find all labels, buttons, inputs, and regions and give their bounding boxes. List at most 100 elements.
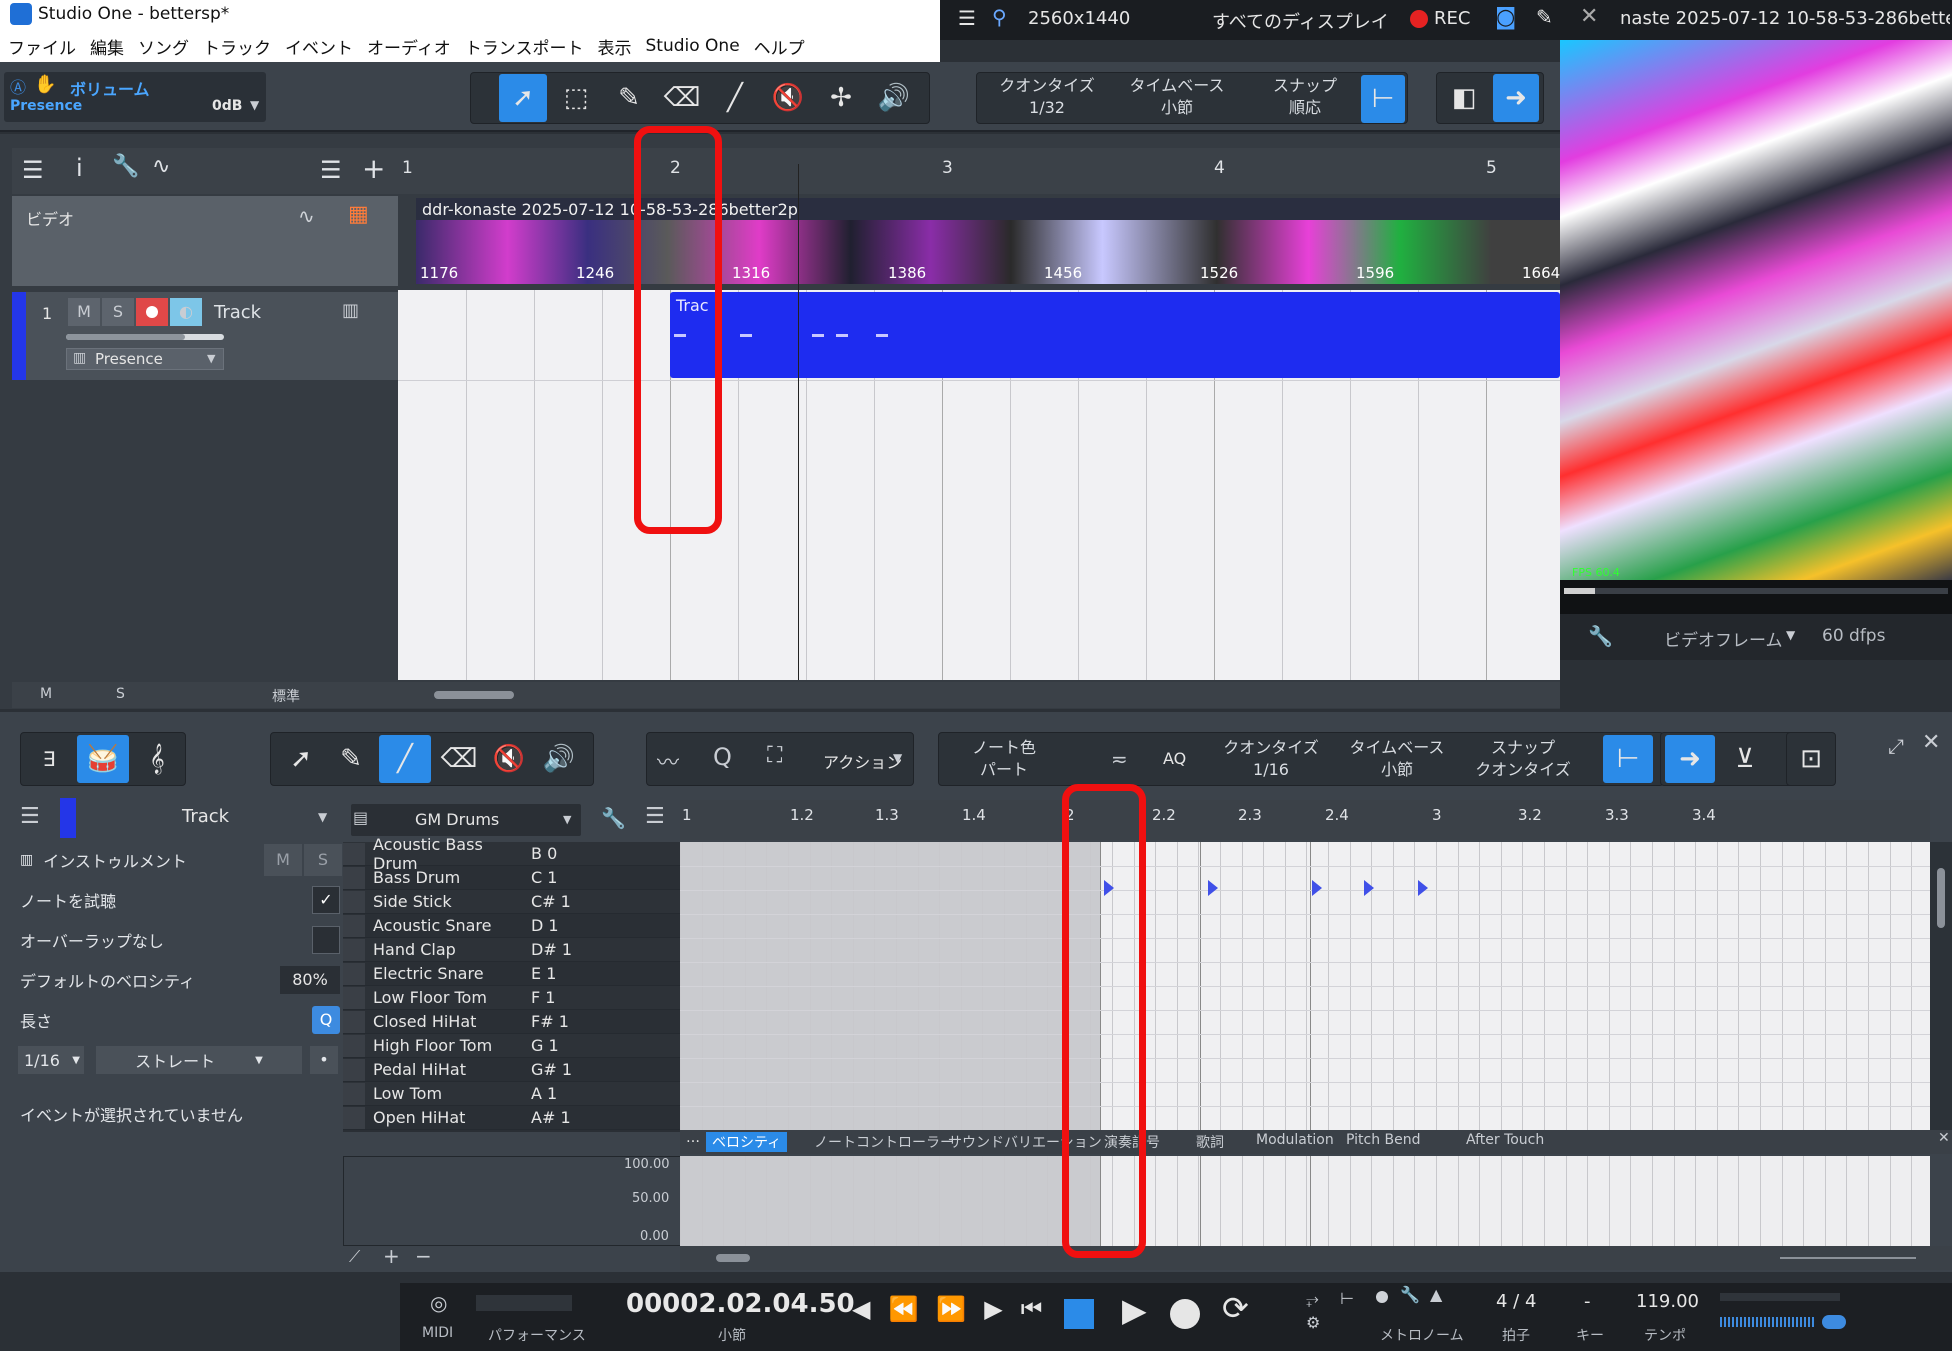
instrument-select[interactable]: ▥ Presence ▼: [66, 348, 224, 370]
menu-file[interactable]: ファイル: [8, 34, 76, 59]
marker-prev-icon[interactable]: ◀: [852, 1295, 870, 1323]
drum-note-event[interactable]: [1418, 880, 1428, 896]
add-lane-icon[interactable]: +: [383, 1244, 400, 1268]
snap-toggle-icon[interactable]: ⊢: [1603, 735, 1653, 783]
audio-bend-icon[interactable]: 〰: [657, 745, 679, 777]
wrench-icon[interactable]: 🔧: [1588, 624, 1613, 648]
close-icon[interactable]: ✕: [1580, 4, 1598, 29]
record-button[interactable]: [1170, 1299, 1200, 1329]
pencil-tool-icon[interactable]: ✎: [605, 74, 653, 122]
arrange-ruler[interactable]: 1 2 3 4 5: [398, 148, 1560, 194]
aq-button[interactable]: AQ: [1163, 749, 1186, 768]
controller-tab[interactable]: ノートコントローラー: [808, 1132, 960, 1152]
eraser-tool-icon[interactable]: ⌫: [658, 74, 706, 122]
solo-button[interactable]: S: [102, 298, 134, 326]
drum-row[interactable]: Low Tom A 1: [343, 1082, 681, 1106]
transform-icon[interactable]: ⛶: [767, 743, 782, 768]
menu-edit[interactable]: 編集: [90, 34, 124, 59]
autoscroll-icon[interactable]: ⊻: [1721, 735, 1769, 783]
chevron-down-icon[interactable]: ▼: [318, 810, 327, 824]
punch-icon[interactable]: ⊢: [1340, 1289, 1354, 1308]
arrange-scrollbar[interactable]: [398, 682, 1560, 708]
menu-view[interactable]: 表示: [597, 34, 631, 59]
split-tool-icon[interactable]: ✢: [817, 74, 865, 122]
inspector-toggle-icon[interactable]: ∃: [25, 735, 73, 783]
midi-part[interactable]: Trac: [670, 292, 1560, 378]
arrow-tool-icon[interactable]: ➚: [279, 735, 323, 783]
length-quantize-q-icon[interactable]: Q: [312, 1006, 340, 1034]
info-icon[interactable]: i: [76, 154, 83, 182]
zoom-fit-icon[interactable]: ⊡: [1786, 732, 1836, 786]
length-value-select[interactable]: 1/16 ▼: [18, 1046, 84, 1074]
volume-value[interactable]: 0dB: [212, 98, 242, 114]
drum-row[interactable]: Bass Drum C 1: [343, 866, 681, 890]
drum-row[interactable]: Low Floor Tom F 1: [343, 986, 681, 1010]
key-value[interactable]: -: [1584, 1291, 1591, 1312]
snap-toggle-icon[interactable]: ⊢: [1361, 75, 1405, 123]
list-icon[interactable]: ☰: [645, 804, 665, 829]
pencil-tool-icon[interactable]: ✎: [329, 735, 373, 783]
mute-button[interactable]: M: [68, 298, 100, 326]
keyboard-icon[interactable]: ▥: [342, 300, 359, 321]
length-mode-select[interactable]: ストレート ▼: [96, 1046, 302, 1074]
output-toggle[interactable]: [1822, 1315, 1846, 1329]
menu-icon[interactable]: ☰: [958, 6, 976, 30]
instrument-mute-button[interactable]: M: [264, 844, 302, 876]
audition-checkbox[interactable]: ✓: [312, 886, 340, 914]
footer-mode[interactable]: 標準: [272, 686, 300, 706]
editor-snap-control[interactable]: スナップ クオンタイズ: [1463, 737, 1583, 781]
drum-row[interactable]: Closed HiHat F# 1: [343, 1010, 681, 1034]
track-select[interactable]: Track: [182, 806, 229, 827]
rewind-icon[interactable]: ⏪: [888, 1295, 918, 1323]
vertical-scrollbar[interactable]: [1930, 842, 1952, 1130]
precount-icon[interactable]: ⥅: [1306, 1289, 1319, 1309]
video-track-header[interactable]: ビデオ ∿ ▦: [12, 196, 398, 286]
wrench-icon[interactable]: 🔧: [1400, 1285, 1420, 1304]
settings-gear-icon[interactable]: ⚙: [1306, 1313, 1320, 1332]
loop-icon[interactable]: ⟳: [1222, 1289, 1249, 1327]
position-unit[interactable]: 小節: [718, 1325, 746, 1345]
listen-tool-icon[interactable]: 🔊: [537, 735, 581, 783]
controller-tab[interactable]: After Touch: [1460, 1132, 1550, 1148]
drum-row[interactable]: High Floor Tom G 1: [343, 1034, 681, 1058]
drum-row[interactable]: Pedal HiHat G# 1: [343, 1058, 681, 1082]
chevron-down-icon[interactable]: ▼: [1786, 628, 1795, 642]
arrow-tool-icon[interactable]: ➚: [499, 74, 547, 122]
add-track-icon[interactable]: +: [362, 152, 385, 185]
rec-label[interactable]: REC: [1434, 8, 1470, 29]
paint-tool-icon[interactable]: ╱: [379, 735, 431, 783]
eraser-tool-icon[interactable]: ⌫: [437, 735, 481, 783]
list-icon[interactable]: ☰: [320, 156, 342, 184]
editor-timebase-control[interactable]: タイムベース 小節: [1337, 737, 1457, 781]
footer-solo[interactable]: S: [116, 686, 125, 702]
mute-tool-icon[interactable]: 🔇: [764, 74, 812, 122]
tempo-value[interactable]: 119.00: [1636, 1291, 1699, 1312]
score-editor-icon[interactable]: 𝄞: [133, 735, 181, 783]
dot-button[interactable]: •: [310, 1046, 338, 1074]
mute-tool-icon[interactable]: 🔇: [487, 735, 531, 783]
hamburger-icon[interactable]: ☰: [22, 156, 44, 184]
drum-map-select[interactable]: ▤ GM Drums ▼: [351, 804, 581, 836]
drum-note-event[interactable]: [1312, 880, 1322, 896]
close-lane-icon[interactable]: ✕: [1938, 1130, 1950, 1146]
menu-track[interactable]: トラック: [203, 34, 271, 59]
return-to-zero-icon[interactable]: ⏮: [1021, 1295, 1043, 1323]
menu-audio[interactable]: オーディオ: [367, 34, 451, 59]
drum-row[interactable]: Acoustic Snare D 1: [343, 914, 681, 938]
drum-row[interactable]: Side Stick C# 1: [343, 890, 681, 914]
volume-slider[interactable]: [66, 334, 224, 340]
expand-icon[interactable]: ⤢: [1888, 734, 1904, 758]
default-velocity-input[interactable]: 80%: [280, 966, 340, 994]
footer-mute[interactable]: M: [40, 686, 52, 702]
hamburger-icon[interactable]: ☰: [20, 804, 40, 829]
drum-note-event[interactable]: [1208, 880, 1218, 896]
metronome-icon[interactable]: ▲: [1430, 1285, 1442, 1304]
no-overlap-checkbox[interactable]: [312, 926, 340, 954]
pen-icon[interactable]: ✎: [1536, 5, 1553, 29]
controller-tab[interactable]: Pitch Bend: [1340, 1132, 1427, 1148]
drum-note-event[interactable]: [1364, 880, 1374, 896]
range-tool-icon[interactable]: ⬚: [552, 74, 600, 122]
zoom-slider[interactable]: [1780, 1257, 1916, 1259]
curve-icon[interactable]: ⟋: [349, 1247, 360, 1267]
paint-tool-icon[interactable]: ╱: [711, 74, 759, 122]
